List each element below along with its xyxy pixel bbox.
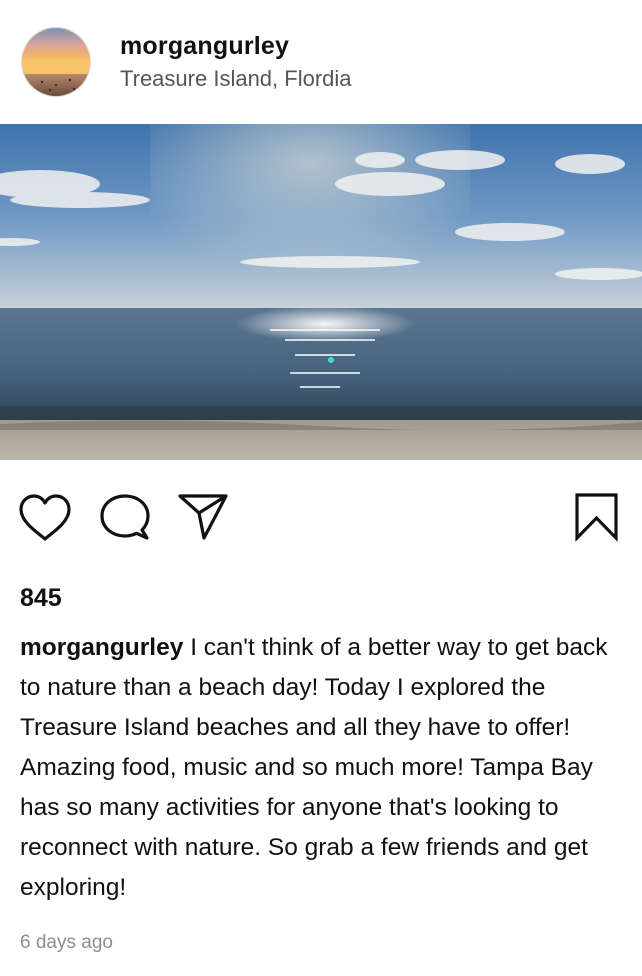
share-button[interactable] xyxy=(176,492,230,546)
heart-icon xyxy=(19,494,71,541)
save-button[interactable] xyxy=(572,492,626,546)
paper-plane-icon xyxy=(178,494,228,540)
comment-button[interactable] xyxy=(98,492,152,546)
like-button[interactable] xyxy=(18,492,72,546)
post-header: morgangurley Treasure Island, Flordia xyxy=(0,0,642,124)
post-photo[interactable] xyxy=(0,124,642,460)
avatar-sunset-image xyxy=(22,28,90,96)
avatar[interactable] xyxy=(22,28,90,96)
post-username[interactable]: morgangurley xyxy=(120,32,289,61)
caption-text: I can't think of a better way to get bac… xyxy=(20,634,608,901)
post-actions xyxy=(0,460,642,570)
bookmark-icon xyxy=(575,493,618,542)
post-caption: morgangurley I can't think of a better w… xyxy=(20,628,625,908)
beach-photo-image xyxy=(0,124,642,460)
caption-username[interactable]: morgangurley xyxy=(20,634,183,661)
post-timestamp: 6 days ago xyxy=(20,932,113,953)
post-location[interactable]: Treasure Island, Flordia xyxy=(120,66,352,92)
like-count[interactable]: 845 xyxy=(20,584,62,613)
comment-bubble-icon xyxy=(100,494,150,540)
